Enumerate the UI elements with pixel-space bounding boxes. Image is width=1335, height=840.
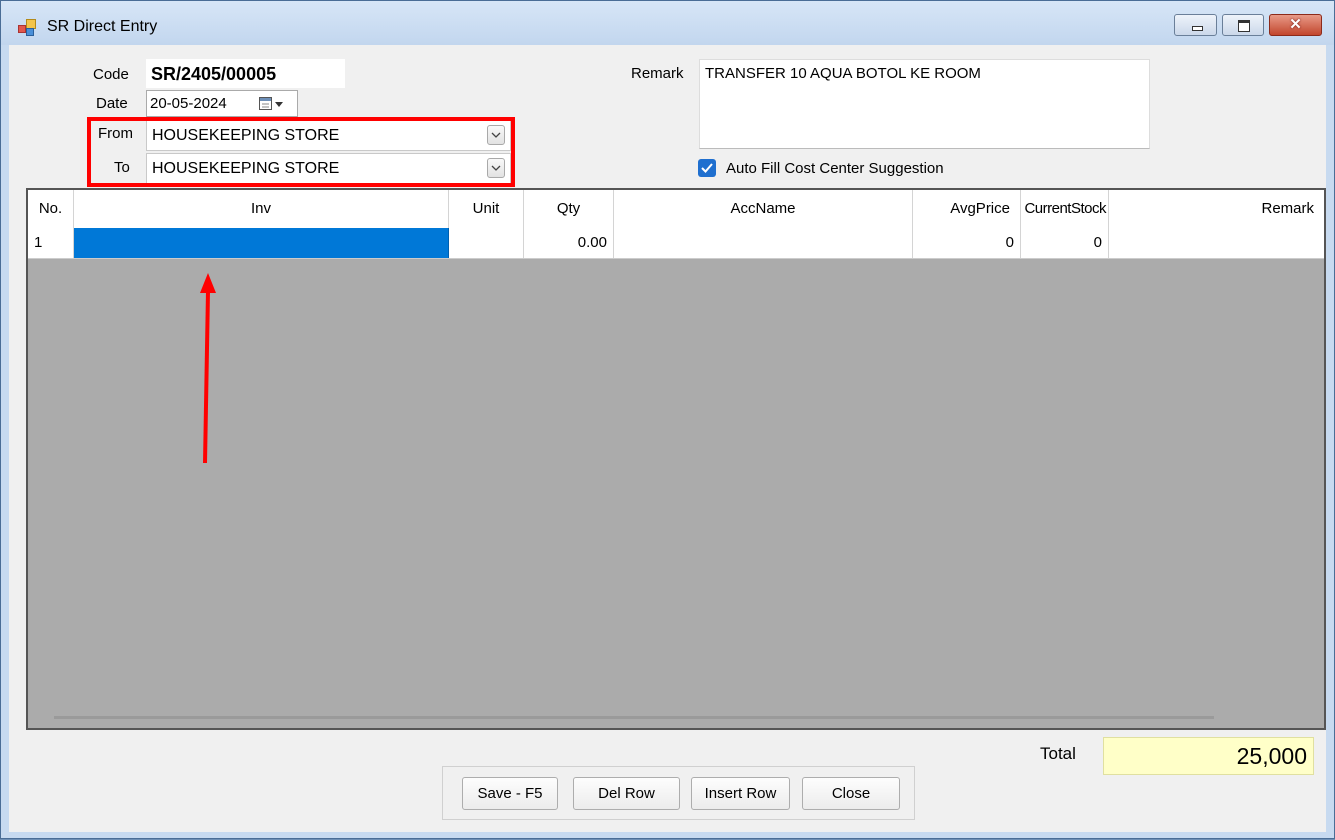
code-field[interactable]: SR/2405/00005 (146, 59, 345, 88)
maximize-icon (1238, 20, 1250, 32)
column-header-inv[interactable]: Inv (74, 190, 449, 228)
cell-unit[interactable] (449, 228, 524, 258)
autofill-label[interactable]: Auto Fill Cost Center Suggestion (726, 160, 944, 177)
save-button[interactable]: Save - F5 (462, 777, 558, 810)
checkmark-icon (701, 163, 713, 173)
column-header-avgprice[interactable]: AvgPrice (913, 190, 1021, 228)
date-picker[interactable]: 20-05-2024 (146, 90, 298, 117)
table-row[interactable]: 1 0.00 0 0 (28, 228, 1324, 259)
insert-row-button[interactable]: Insert Row (691, 777, 790, 810)
column-header-currentstock[interactable]: CurrentStock (1021, 190, 1109, 228)
app-icon (18, 19, 36, 36)
cell-no[interactable]: 1 (28, 228, 74, 258)
cell-qty[interactable]: 0.00 (524, 228, 614, 258)
button-panel: Save - F5 Del Row Insert Row Close (442, 766, 915, 820)
autofill-checkbox[interactable] (698, 159, 716, 177)
items-grid[interactable]: No. Inv Unit Qty AccName AvgPrice Curren… (26, 188, 1326, 730)
horizontal-scrollbar[interactable] (54, 716, 1214, 719)
total-label: Total (1040, 744, 1076, 763)
column-header-accname[interactable]: AccName (614, 190, 913, 228)
date-value: 20-05-2024 (150, 95, 227, 112)
column-header-qty[interactable]: Qty (524, 190, 614, 228)
title-bar[interactable]: SR Direct Entry ✕ (1, 1, 1334, 45)
close-window-button[interactable]: ✕ (1269, 14, 1322, 36)
total-value: 25,000 (1103, 737, 1314, 775)
cell-currentstock[interactable]: 0 (1021, 228, 1109, 258)
sr-direct-entry-window: SR Direct Entry ✕ Code SR/2405/00005 Dat… (0, 0, 1335, 839)
code-label: Code (93, 66, 129, 83)
column-header-remark[interactable]: Remark (1109, 190, 1324, 228)
cell-remark[interactable] (1109, 228, 1324, 258)
remark-label: Remark (631, 65, 684, 82)
del-row-button[interactable]: Del Row (573, 777, 680, 810)
cell-inv-selected[interactable] (74, 228, 449, 258)
calendar-dropdown-icon[interactable] (259, 97, 287, 111)
form-body: Code SR/2405/00005 Date 20-05-2024 From … (9, 45, 1326, 832)
column-header-unit[interactable]: Unit (449, 190, 524, 228)
date-label: Date (96, 95, 128, 112)
minimize-button[interactable] (1174, 14, 1217, 36)
window-title: SR Direct Entry (47, 18, 158, 35)
from-to-annotation-box (87, 117, 515, 187)
minimize-icon (1192, 26, 1203, 31)
close-button[interactable]: Close (802, 777, 900, 810)
column-header-no[interactable]: No. (28, 190, 74, 228)
maximize-button[interactable] (1222, 14, 1264, 36)
remark-textarea[interactable]: TRANSFER 10 AQUA BOTOL KE ROOM (699, 59, 1150, 149)
cell-accname[interactable] (614, 228, 913, 258)
close-icon: ✕ (1289, 16, 1302, 33)
grid-header: No. Inv Unit Qty AccName AvgPrice Curren… (28, 190, 1324, 229)
cell-avgprice[interactable]: 0 (913, 228, 1021, 258)
